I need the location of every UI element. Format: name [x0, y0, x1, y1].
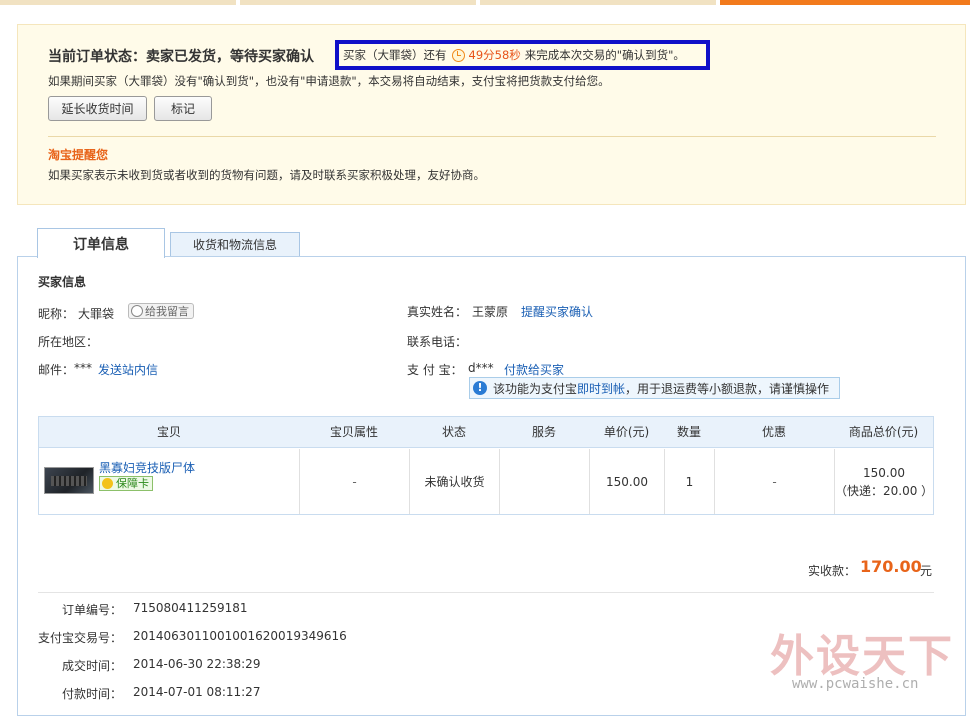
divider — [38, 592, 934, 593]
deal-time-label: 成交时间： — [61, 659, 122, 673]
table-header: 宝贝 宝贝属性 状态 服务 单价(元) 数量 优惠 商品总价(元) — [39, 417, 933, 448]
paid-amount: 170.00 — [860, 557, 922, 576]
countdown-suffix: 来完成本次交易的"确认到货"。 — [524, 48, 685, 62]
paid-unit: 元 — [920, 564, 933, 578]
clock-icon — [451, 48, 465, 62]
send-station-message-link[interactable]: 发送站内信 — [98, 361, 158, 378]
item-name-link[interactable]: 黑寡妇竞技版尸体 — [99, 459, 195, 476]
item-shipping: （快递：20.00 ） — [835, 483, 934, 498]
pay-to-buyer-link[interactable]: 付款给买家 — [504, 361, 564, 378]
remind-buyer-confirm-link[interactable]: 提醒买家确认 — [521, 303, 593, 320]
item-total-value: 150.00 — [863, 465, 905, 480]
deal-time-value: 2014-06-30 22:38:29 — [133, 657, 261, 671]
item-discount: - — [714, 449, 834, 514]
leave-message-button[interactable]: 给我留言 — [128, 303, 194, 319]
alipay-trade-no-label: 支付宝交易号： — [37, 631, 122, 645]
nickname-label: 昵称： — [38, 307, 75, 321]
item-price: 150.00 — [589, 449, 664, 514]
chat-icon — [131, 305, 143, 317]
taobao-remind-title: 淘宝提醒您 — [48, 148, 109, 162]
instant-transfer-link[interactable]: 即时到帐 — [577, 380, 625, 397]
progress-step — [240, 0, 476, 5]
instant-transfer-tip: ! 该功能为支付宝 即时到帐 ，用于退运费等小额退款，请谨慎操作 — [469, 377, 840, 399]
item-service — [499, 449, 589, 514]
order-status-box: 当前订单状态：卖家已发货，等待买家确认 买家（大罪袋）还有 49分58秒 来完成… — [17, 24, 966, 205]
extend-receipt-button[interactable]: 延长收货时间 — [48, 96, 147, 121]
status-description: 如果期间买家（大罪袋）没有"确认到货"，也没有"申请退款"，本交易将自动结束，支… — [48, 74, 610, 88]
alipay-label: 支 付 宝： — [407, 363, 463, 377]
watermark-en: www.pcwaishe.cn — [792, 676, 919, 692]
countdown-prefix: 买家（大罪袋）还有 — [343, 48, 447, 62]
realname-label: 真实姓名： — [407, 305, 468, 319]
tip-text-before: 该功能为支付宝 — [493, 381, 578, 396]
order-progress-bar — [0, 0, 970, 5]
item-status: 未确认收货 — [409, 449, 499, 514]
order-status-title: 当前订单状态：卖家已发货，等待买家确认 — [48, 49, 314, 65]
pay-time-label: 付款时间： — [61, 687, 122, 701]
col-item: 宝贝 — [156, 425, 181, 439]
realname-value: 王蒙原 — [472, 305, 509, 319]
site-watermark: 外设天下 www.pcwaishe.cn — [770, 620, 960, 700]
order-no-label: 订单编号： — [61, 603, 122, 617]
leave-message-label: 给我留言 — [145, 305, 189, 318]
col-discount: 优惠 — [761, 425, 786, 439]
mark-button[interactable]: 标记 — [154, 96, 212, 121]
item-qty: 1 — [664, 449, 714, 514]
nickname-value: 大罪袋 — [78, 307, 115, 321]
pay-time-value: 2014-07-01 08:11:27 — [133, 685, 261, 699]
progress-step — [480, 0, 716, 5]
watermark-cn: 外设天下 — [770, 631, 954, 682]
progress-step-current — [720, 0, 970, 5]
divider — [48, 136, 936, 137]
tip-text-after: ，用于退运费等小额退款，请谨慎操作 — [625, 381, 830, 396]
taobao-remind-text: 如果买家表示未收到货或者收到的货物有问题，请及时联系买家积极处理，友好协商。 — [48, 168, 485, 182]
col-status: 状态 — [441, 425, 466, 439]
progress-step — [0, 0, 236, 5]
email-value: *** — [74, 361, 92, 375]
info-icon: ! — [473, 381, 487, 395]
item-attr: - — [299, 449, 409, 514]
col-qty: 数量 — [676, 425, 701, 439]
item-thumbnail[interactable] — [44, 467, 94, 494]
countdown-highlight: 买家（大罪袋）还有 49分58秒 来完成本次交易的"确认到货"。 — [335, 40, 710, 70]
tab-logistics-info[interactable]: 收货和物流信息 — [170, 232, 300, 257]
alipay-value: d*** — [468, 361, 494, 375]
countdown-time: 49分58秒 — [468, 48, 521, 62]
col-attr: 宝贝属性 — [329, 425, 378, 439]
buyer-info-heading: 买家信息 — [38, 275, 87, 289]
col-total: 商品总价(元) — [848, 425, 919, 439]
order-no-value: 715080411259181 — [133, 601, 248, 615]
phone-label: 联系电话： — [407, 335, 468, 349]
guarantee-card-badge[interactable]: 保障卡 — [99, 476, 153, 491]
region-label: 所在地区： — [38, 335, 99, 349]
col-service: 服务 — [531, 425, 556, 439]
email-label: 邮件： — [38, 363, 75, 377]
paid-label: 实收款： — [808, 564, 857, 578]
alipay-trade-no-value: 2014063011001001620019349616 — [133, 629, 347, 643]
order-items-table: 宝贝 宝贝属性 状态 服务 单价(元) 数量 优惠 商品总价(元) 黑寡妇竞技版… — [38, 416, 934, 515]
item-total: 150.00 （快递：20.00 ） — [834, 449, 933, 514]
tab-order-info[interactable]: 订单信息 — [37, 228, 165, 258]
col-price: 单价(元) — [603, 425, 650, 439]
